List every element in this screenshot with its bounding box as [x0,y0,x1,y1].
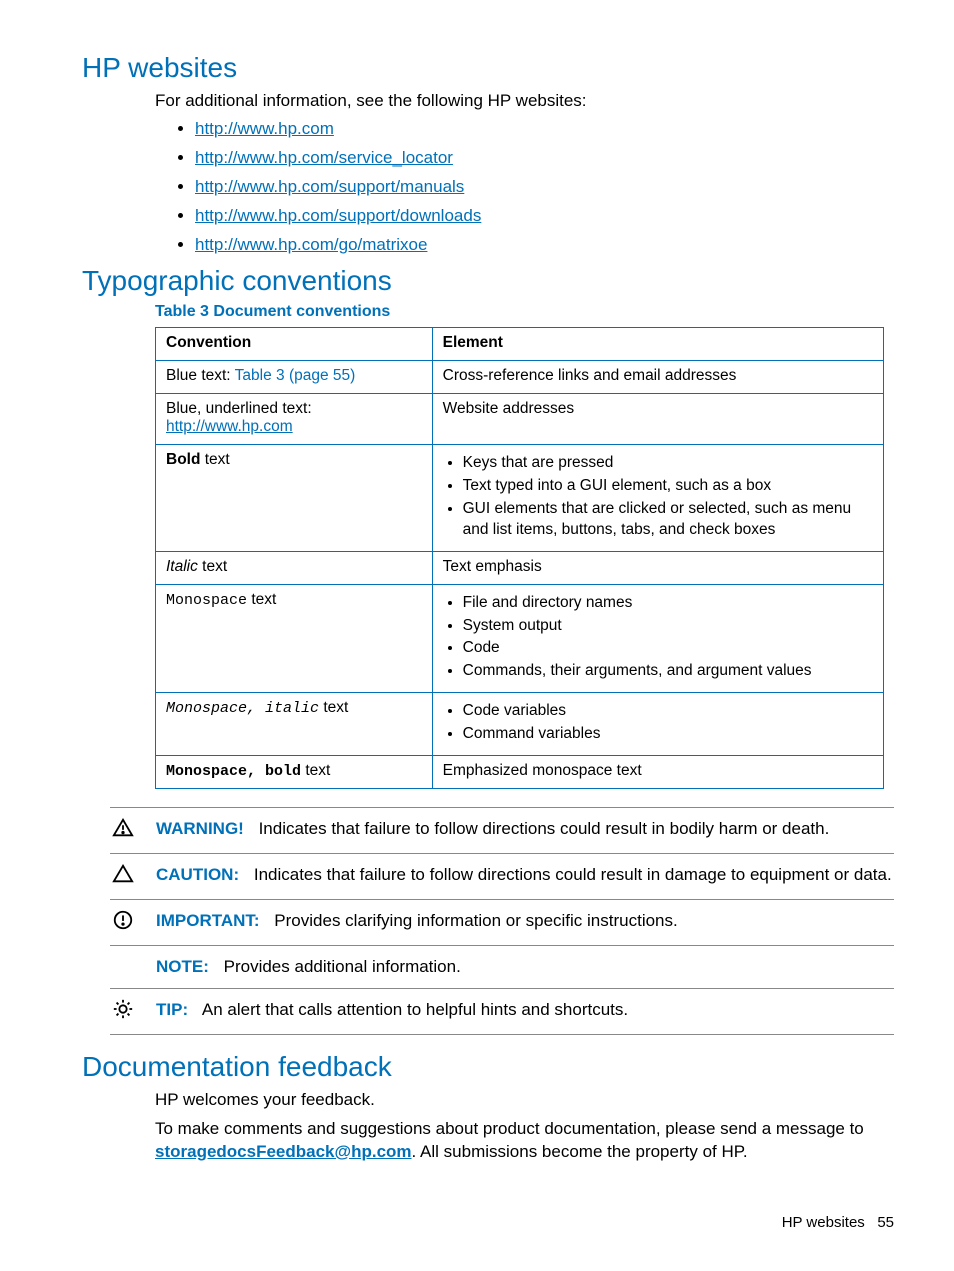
elem-cell: Text emphasis [432,551,883,584]
hp-websites-intro: For additional information, see the foll… [155,90,884,113]
important-icon [110,909,156,936]
elem-cell: Code variables Command variables [432,693,883,756]
admon-label: WARNING! [156,819,244,838]
elem-cell: File and directory names System output C… [432,584,883,693]
admon-text: Provides additional information. [224,957,461,976]
table-row: Bold text Keys that are pressed Text typ… [156,444,884,551]
hp-link[interactable]: http://www.hp.com [195,119,334,138]
col-header-element: Element [432,327,883,360]
table-row: Blue, underlined text: http://www.hp.com… [156,393,884,444]
section-heading-typographic: Typographic conventions [82,265,894,297]
list-item: Code variables [463,701,873,722]
elem-cell: Emphasized monospace text [432,756,883,789]
table-row: Monospace, italic text Code variables Co… [156,693,884,756]
conv-cell: Monospace text [156,584,433,693]
note-admonition: NOTE: Provides additional information. [110,945,894,988]
elem-cell: Cross-reference links and email addresse… [432,360,883,393]
conv-cell: Blue, underlined text: http://www.hp.com [156,393,433,444]
warning-admonition: WARNING! Indicates that failure to follo… [110,807,894,853]
feedback-email-link[interactable]: storagedocsFeedback@hp.com [155,1142,412,1161]
table-row: Monospace text File and directory names … [156,584,884,693]
list-item: File and directory names [463,593,873,614]
list-item: Text typed into a GUI element, such as a… [463,476,873,497]
section-heading-feedback: Documentation feedback [82,1051,894,1083]
table-caption: Table 3 Document conventions [155,303,884,321]
elem-cell: Keys that are pressed Text typed into a … [432,444,883,551]
cross-ref-link[interactable]: Table 3 (page 55) [235,367,356,384]
list-item: Code [463,638,873,659]
list-item: http://www.hp.com/service_locator [195,148,884,168]
admon-text: An alert that calls attention to helpful… [202,1000,628,1019]
admon-text: Indicates that failure to follow directi… [254,865,892,884]
important-admonition: IMPORTANT: Provides clarifying informati… [110,899,894,945]
footer-section: HP websites [782,1214,865,1231]
list-item: Commands, their arguments, and argument … [463,661,873,682]
conv-cell: Blue text: Table 3 (page 55) [156,360,433,393]
admon-label: IMPORTANT: [156,911,260,930]
conv-cell: Monospace, italic text [156,693,433,756]
tip-admonition: TIP: An alert that calls attention to he… [110,988,894,1035]
tip-icon [110,998,156,1025]
warning-icon [110,817,156,844]
feedback-intro: HP welcomes your feedback. [155,1089,884,1112]
list-item: http://www.hp.com/go/matrixoe [195,235,884,255]
hp-websites-link-list: http://www.hp.com http://www.hp.com/serv… [155,119,884,255]
admon-text: Indicates that failure to follow directi… [259,819,830,838]
list-item: http://www.hp.com/support/manuals [195,177,884,197]
table-row: Italic text Text emphasis [156,551,884,584]
col-header-convention: Convention [156,327,433,360]
caution-admonition: CAUTION: Indicates that failure to follo… [110,853,894,899]
section-heading-hp-websites: HP websites [82,52,894,84]
hp-link[interactable]: http://www.hp.com/service_locator [195,148,453,167]
footer-page-number: 55 [877,1214,894,1231]
hp-link[interactable]: http://www.hp.com/go/matrixoe [195,235,427,254]
page-footer: HP websites 55 [782,1214,894,1231]
hp-link[interactable]: http://www.hp.com/support/downloads [195,206,481,225]
admon-text: Provides clarifying information or speci… [274,911,677,930]
hp-link[interactable]: http://www.hp.com/support/manuals [195,177,464,196]
conventions-table: Convention Element Blue text: Table 3 (p… [155,327,884,789]
caution-icon [110,863,156,890]
list-item: http://www.hp.com/support/downloads [195,206,884,226]
table-row: Blue text: Table 3 (page 55) Cross-refer… [156,360,884,393]
elem-cell: Website addresses [432,393,883,444]
list-item: http://www.hp.com [195,119,884,139]
example-url-link[interactable]: http://www.hp.com [166,418,293,435]
conv-cell: Bold text [156,444,433,551]
table-row: Monospace, bold text Emphasized monospac… [156,756,884,789]
conv-cell: Monospace, bold text [156,756,433,789]
list-item: System output [463,616,873,637]
list-item: Keys that are pressed [463,453,873,474]
feedback-body: To make comments and suggestions about p… [155,1118,884,1164]
conv-cell: Italic text [156,551,433,584]
admon-label: TIP: [156,1000,188,1019]
list-item: GUI elements that are clicked or selecte… [463,499,873,541]
admonitions-block: WARNING! Indicates that failure to follo… [110,807,894,1035]
admon-label: CAUTION: [156,865,239,884]
admon-label: NOTE: [156,957,209,976]
list-item: Command variables [463,724,873,745]
